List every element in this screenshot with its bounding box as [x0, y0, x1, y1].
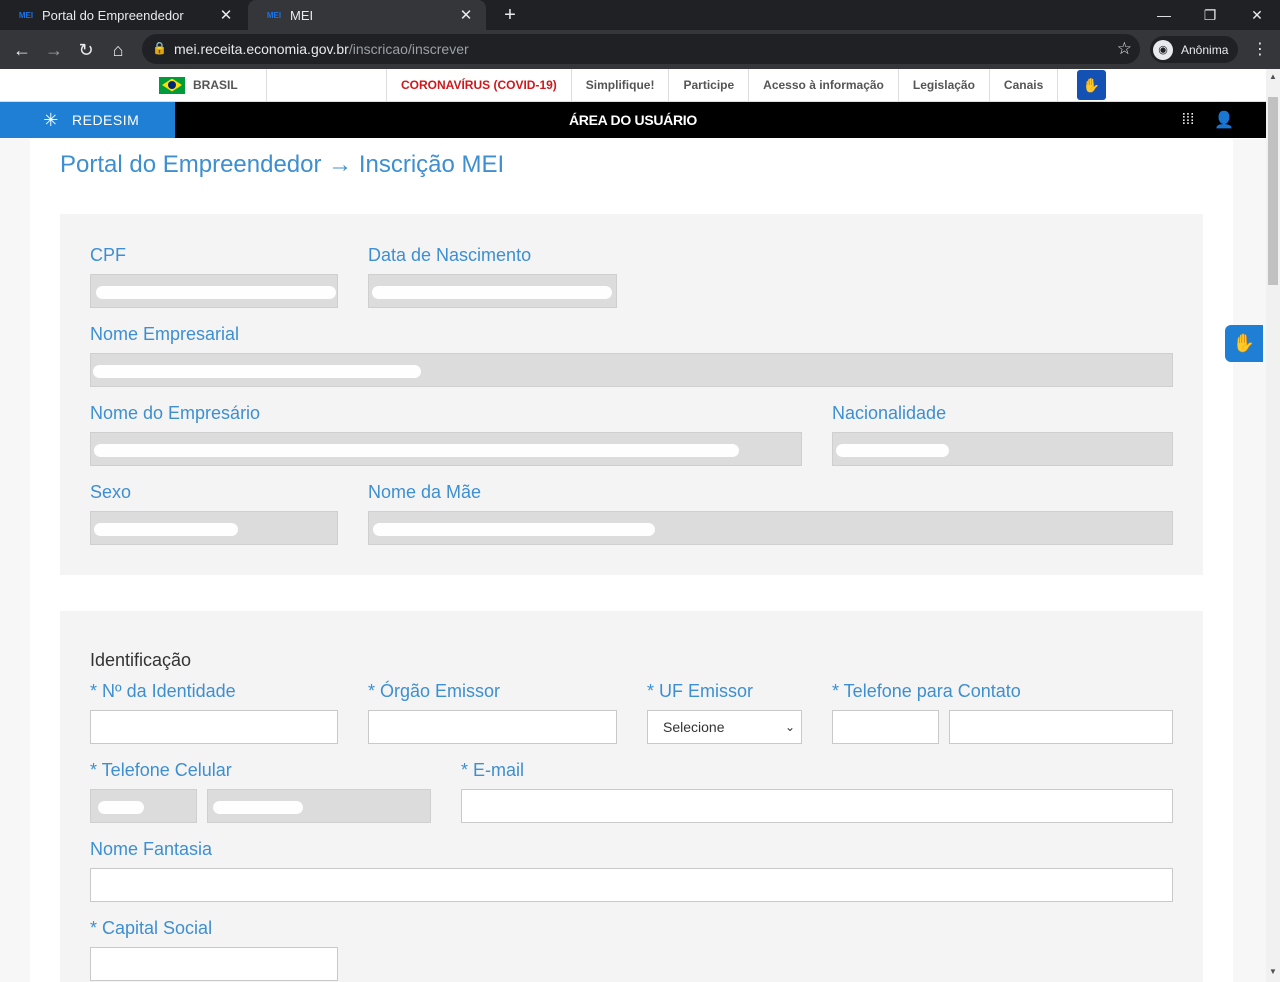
- reload-icon[interactable]: ↻: [72, 36, 100, 64]
- contact-phone-ddd-input[interactable]: [832, 710, 939, 744]
- identification-section-title: Identificação: [90, 650, 192, 670]
- tab-mei[interactable]: MEI MEI ✕: [248, 0, 486, 30]
- forward-arrow-icon[interactable]: →: [40, 36, 68, 64]
- tab-title: MEI: [290, 7, 314, 23]
- birth-date-label: Data de Nascimento: [368, 245, 532, 265]
- redacted-value: [93, 365, 421, 378]
- url-path: /inscricao/inscrever: [348, 41, 469, 57]
- gov-links: CORONAVÍRUS (COVID-19) Simplifique! Part…: [386, 69, 1059, 101]
- profile-label: Anônima: [1181, 42, 1229, 57]
- redesim-logo[interactable]: ✳ REDESIM: [0, 102, 175, 138]
- mother-name-label: Nome da Mãe: [368, 482, 482, 502]
- gov-link-legislacao[interactable]: Legislação: [897, 69, 989, 101]
- restore-icon[interactable]: ❐: [1187, 0, 1233, 30]
- contact-phone-number-input[interactable]: [949, 710, 1173, 744]
- sex-field: [90, 511, 338, 545]
- issuer-input[interactable]: [368, 710, 617, 744]
- minimize-icon[interactable]: —: [1141, 0, 1187, 30]
- contact-phone-label: * Telefone para Contato: [832, 681, 1021, 701]
- window-close-icon[interactable]: ✕: [1234, 0, 1280, 30]
- scroll-down-arrow-icon[interactable]: ▼: [1266, 964, 1280, 980]
- redacted-value: [94, 523, 238, 536]
- incognito-icon: ◉: [1153, 39, 1173, 60]
- tab-close-icon[interactable]: ✕: [456, 5, 476, 25]
- browser-tabstrip: MEI Portal do Empreendedor ✕ MEI MEI ✕ +…: [0, 0, 1280, 30]
- brasil-link[interactable]: BRASIL: [159, 69, 267, 101]
- cpf-field: [90, 274, 338, 308]
- redacted-value: [372, 286, 612, 299]
- birth-date-field: [368, 274, 617, 308]
- vlibras-widget-icon[interactable]: ✋: [1225, 325, 1263, 362]
- owner-name-field: [90, 432, 802, 466]
- company-name-field: [90, 353, 1173, 387]
- address-bar[interactable]: 🔒 mei.receita.economia.gov.br/inscricao/…: [142, 34, 1140, 64]
- home-icon[interactable]: ⌂: [104, 36, 132, 64]
- gov-barra: BRASIL CORONAVÍRUS (COVID-19) Simplifiqu…: [0, 69, 1266, 102]
- browser-menu-icon[interactable]: ⋮: [1250, 39, 1270, 61]
- new-tab-icon[interactable]: +: [498, 3, 522, 27]
- nationality-label: Nacionalidade: [832, 403, 947, 423]
- scrollbar-thumb[interactable]: [1268, 97, 1278, 285]
- mei-favicon-icon: MEI: [18, 10, 34, 20]
- cpf-label: CPF: [90, 245, 126, 265]
- uf-issuer-select[interactable]: Selecione ⌄: [647, 710, 802, 744]
- gov-link-canais[interactable]: Canais: [988, 69, 1059, 101]
- incognito-profile-button[interactable]: ◉ Anônima: [1150, 36, 1238, 63]
- gov-link-participe[interactable]: Participe: [668, 69, 748, 101]
- capital-label: * Capital Social: [90, 918, 213, 938]
- mei-favicon-icon: MEI: [266, 10, 282, 20]
- gov-link-simplifique[interactable]: Simplifique!: [570, 69, 669, 101]
- email-label: * E-mail: [461, 760, 525, 780]
- id-number-label: * Nº da Identidade: [90, 681, 236, 701]
- uf-issuer-label: * UF Emissor: [647, 681, 754, 701]
- trade-name-input[interactable]: [90, 868, 1173, 902]
- owner-name-label: Nome do Empresário: [90, 403, 261, 423]
- apps-grid-icon[interactable]: ⁞⁞⁞: [1179, 111, 1197, 129]
- address-url: mei.receita.economia.gov.br/inscricao/in…: [174, 41, 469, 57]
- capital-input[interactable]: [90, 947, 338, 981]
- email-input[interactable]: [461, 789, 1173, 823]
- browser-toolbar: ← → ↻ ⌂ 🔒 mei.receita.economia.gov.br/in…: [0, 30, 1280, 69]
- bookmark-star-icon[interactable]: ☆: [1117, 39, 1132, 59]
- gov-link-covid[interactable]: CORONAVÍRUS (COVID-19): [386, 69, 571, 101]
- tab-title: Portal do Empreendedor: [42, 7, 184, 23]
- brazil-flag-icon: [159, 76, 185, 94]
- tab-close-icon[interactable]: ✕: [216, 5, 236, 25]
- redesim-logo-text: REDESIM: [72, 112, 140, 128]
- tab-portal-do-empreendedor[interactable]: MEI Portal do Empreendedor ✕: [0, 0, 246, 30]
- nationality-field: [832, 432, 1173, 466]
- vlibras-hands-icon[interactable]: ✋: [1077, 70, 1106, 100]
- mobile-phone-label: * Telefone Celular: [90, 760, 232, 780]
- chevron-down-icon: ⌄: [784, 720, 795, 734]
- redacted-value: [96, 286, 336, 299]
- company-name-label: Nome Empresarial: [90, 324, 240, 344]
- mobile-number-field: [207, 789, 431, 823]
- scroll-up-arrow-icon[interactable]: ▲: [1266, 69, 1280, 85]
- redacted-value: [373, 523, 655, 536]
- redesim-header: ✳ REDESIM ÁREA DO USUÁRIO ⁞⁞⁞ 👤: [0, 102, 1266, 138]
- id-number-input[interactable]: [90, 710, 338, 744]
- redacted-value: [836, 444, 949, 457]
- trade-name-label: Nome Fantasia: [90, 839, 213, 859]
- redacted-value: [98, 801, 144, 814]
- redacted-value: [94, 444, 739, 457]
- mobile-ddd-field: [90, 789, 197, 823]
- sex-label: Sexo: [90, 482, 132, 502]
- user-icon[interactable]: 👤: [1214, 110, 1234, 130]
- redacted-value: [213, 801, 303, 814]
- page-title: Portal do Empreendedor → Inscrição MEI: [60, 151, 505, 178]
- uf-issuer-selected-value: Selecione: [663, 719, 725, 735]
- mother-name-field: [368, 511, 1173, 545]
- gov-link-acesso-informacao[interactable]: Acesso à informação: [748, 69, 898, 101]
- brasil-label: BRASIL: [193, 78, 238, 92]
- redesim-map-icon: ✳: [43, 109, 59, 130]
- lock-icon: 🔒: [152, 41, 167, 55]
- url-domain: mei.receita.economia.gov.br: [174, 41, 349, 57]
- issuer-label: * Órgão Emissor: [368, 681, 501, 701]
- back-arrow-icon[interactable]: ←: [8, 36, 36, 64]
- area-do-usuario-title: ÁREA DO USUÁRIO: [569, 112, 697, 128]
